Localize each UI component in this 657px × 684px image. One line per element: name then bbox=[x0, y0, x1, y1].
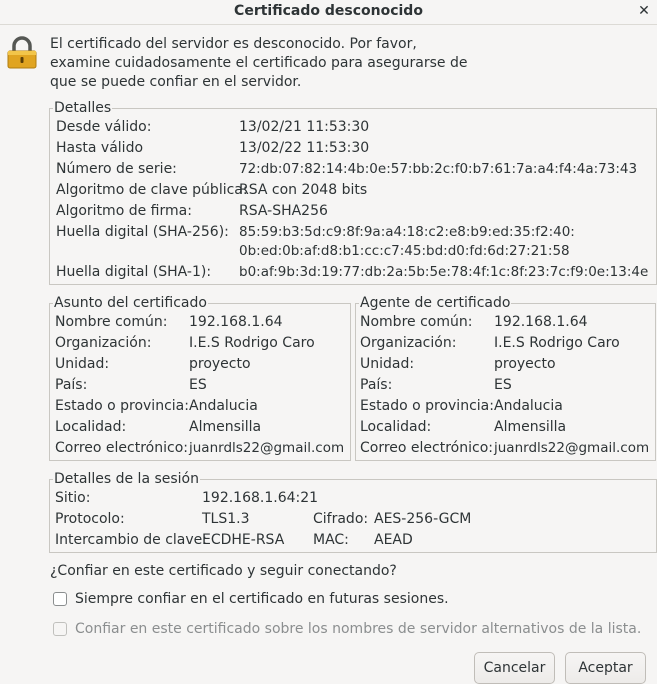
valid-to-label: Hasta válido bbox=[56, 140, 144, 156]
valid-from-value: 13/02/21 11:53:30 bbox=[239, 119, 370, 135]
trust-alt-names-label: Confiar en este certificado sobre los no… bbox=[75, 621, 642, 637]
sigalg-value: RSA-SHA256 bbox=[239, 203, 328, 219]
protocol-value: TLS1.3 bbox=[202, 511, 250, 527]
subject-value: ES bbox=[189, 377, 207, 393]
issuer-label: Unidad: bbox=[360, 356, 415, 372]
issuer-label: Correo electrónico: bbox=[360, 440, 493, 456]
issuer-value: I.E.S Rodrigo Caro bbox=[494, 335, 620, 351]
subject-value: I.E.S Rodrigo Caro bbox=[189, 335, 315, 351]
warning-message: El certificado del servidor es desconoci… bbox=[50, 36, 468, 90]
always-trust-checkbox[interactable] bbox=[53, 592, 67, 606]
subject-label: Organización: bbox=[55, 335, 152, 351]
always-trust-label[interactable]: Siempre confiar en el certificado en fut… bbox=[75, 591, 449, 607]
kex-value: ECDHE-RSA bbox=[202, 532, 285, 548]
issuer-value: juanrdls22@gmail.com bbox=[494, 440, 650, 456]
subject-label: Localidad: bbox=[55, 419, 127, 435]
accept-button[interactable]: Aceptar bbox=[565, 652, 646, 684]
site-label: Sitio: bbox=[55, 490, 91, 506]
sigalg-label: Algoritmo de firma: bbox=[56, 203, 192, 219]
issuer-value: 192.168.1.64 bbox=[494, 314, 588, 330]
issuer-label: País: bbox=[360, 377, 393, 393]
subject-value: proyecto bbox=[189, 356, 251, 372]
cancel-button[interactable]: Cancelar bbox=[474, 652, 555, 684]
subject-value: Almensilla bbox=[189, 419, 262, 435]
sha256-label: Huella digital (SHA-256): bbox=[56, 224, 229, 240]
cipher-value: AES-256-GCM bbox=[374, 511, 472, 527]
subject-value: juanrdls22@gmail.com bbox=[189, 440, 345, 456]
issuer-value: Andalucia bbox=[494, 398, 563, 414]
kex-label: Intercambio de clave: bbox=[55, 532, 207, 548]
subject-value: 192.168.1.64 bbox=[189, 314, 283, 330]
valid-from-label: Desde válido: bbox=[56, 119, 152, 135]
mac-value: AEAD bbox=[374, 532, 413, 548]
mac-label: MAC: bbox=[313, 532, 349, 548]
issuer-value: Almensilla bbox=[494, 419, 567, 435]
cipher-label: Cifrado: bbox=[313, 511, 369, 527]
sha256-value-line1: 85:59:b3:5d:c9:8f:9a:a4:18:c2:e8:b9:ed:3… bbox=[239, 224, 575, 240]
always-trust-option[interactable]: Siempre confiar en el certificado en fut… bbox=[53, 591, 449, 607]
sha1-label: Huella digital (SHA-1): bbox=[56, 264, 212, 280]
subject-label: Nombre común: bbox=[55, 314, 168, 330]
issuer-label: Localidad: bbox=[360, 419, 432, 435]
subject-value: Andalucia bbox=[189, 398, 258, 414]
trust-alt-names-checkbox bbox=[53, 622, 67, 636]
window-title: Certificado desconocido bbox=[234, 3, 423, 19]
details-legend: Detalles bbox=[54, 100, 112, 116]
padlock-icon bbox=[7, 36, 37, 69]
trust-question: ¿Confiar en este certificado y seguir co… bbox=[50, 563, 397, 579]
issuer-label: Organización: bbox=[360, 335, 457, 351]
subject-label: Unidad: bbox=[55, 356, 110, 372]
title-bar: Certificado desconocido ✕ bbox=[0, 0, 657, 25]
issuer-label: Nombre común: bbox=[360, 314, 473, 330]
issuer-legend: Agente de certificado bbox=[360, 295, 511, 311]
trust-alt-names-option: Confiar en este certificado sobre los no… bbox=[53, 621, 641, 637]
session-legend: Detalles de la sesión bbox=[54, 471, 199, 487]
sha256-value-line2: 0b:ed:0b:af:d8:b1:cc:c7:45:bd:d0:fd:6d:2… bbox=[239, 243, 570, 259]
subject-label: Estado o provincia: bbox=[55, 398, 189, 414]
issuer-label: Estado o provincia: bbox=[360, 398, 494, 414]
pubkey-value: RSA con 2048 bits bbox=[239, 182, 368, 198]
subject-label: País: bbox=[55, 377, 88, 393]
pubkey-label: Algoritmo de clave pública: bbox=[56, 182, 248, 198]
subject-legend: Asunto del certificado bbox=[54, 295, 207, 311]
sha1-value: b0:af:9b:3d:19:77:db:2a:5b:5e:78:4f:1c:8… bbox=[239, 264, 649, 280]
site-value: 192.168.1.64:21 bbox=[202, 490, 319, 506]
issuer-value: ES bbox=[494, 377, 512, 393]
issuer-value: proyecto bbox=[494, 356, 556, 372]
valid-to-value: 13/02/22 11:53:30 bbox=[239, 140, 370, 156]
serial-label: Número de serie: bbox=[56, 161, 177, 177]
close-icon[interactable]: ✕ bbox=[635, 2, 653, 20]
serial-value: 72:db:07:82:14:4b:0e:57:bb:2c:f0:b7:61:7… bbox=[239, 161, 638, 177]
subject-label: Correo electrónico: bbox=[55, 440, 188, 456]
protocol-label: Protocolo: bbox=[55, 511, 125, 527]
